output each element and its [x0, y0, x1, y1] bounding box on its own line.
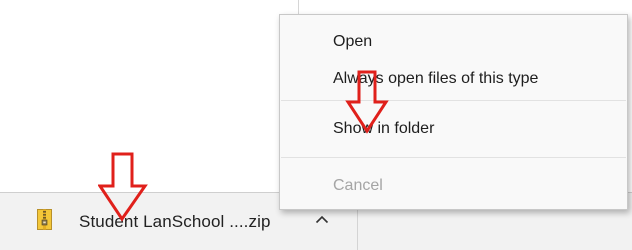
- menu-item-show-in-folder[interactable]: Show in folder: [333, 120, 434, 138]
- menu-item-cancel: Cancel: [333, 177, 383, 194]
- menu-item-open[interactable]: Open: [333, 33, 372, 51]
- screenshot-root: Student LanSchool ....zip Open Always op…: [0, 0, 632, 250]
- menu-separator: [281, 157, 626, 158]
- menu-separator: [281, 100, 626, 101]
- zip-archive-icon: [37, 209, 52, 230]
- download-context-menu: Open Always open files of this type Show…: [279, 14, 628, 210]
- download-file-name: Student LanSchool ....zip: [79, 212, 271, 231]
- menu-item-always-open[interactable]: Always open files of this type: [333, 70, 538, 88]
